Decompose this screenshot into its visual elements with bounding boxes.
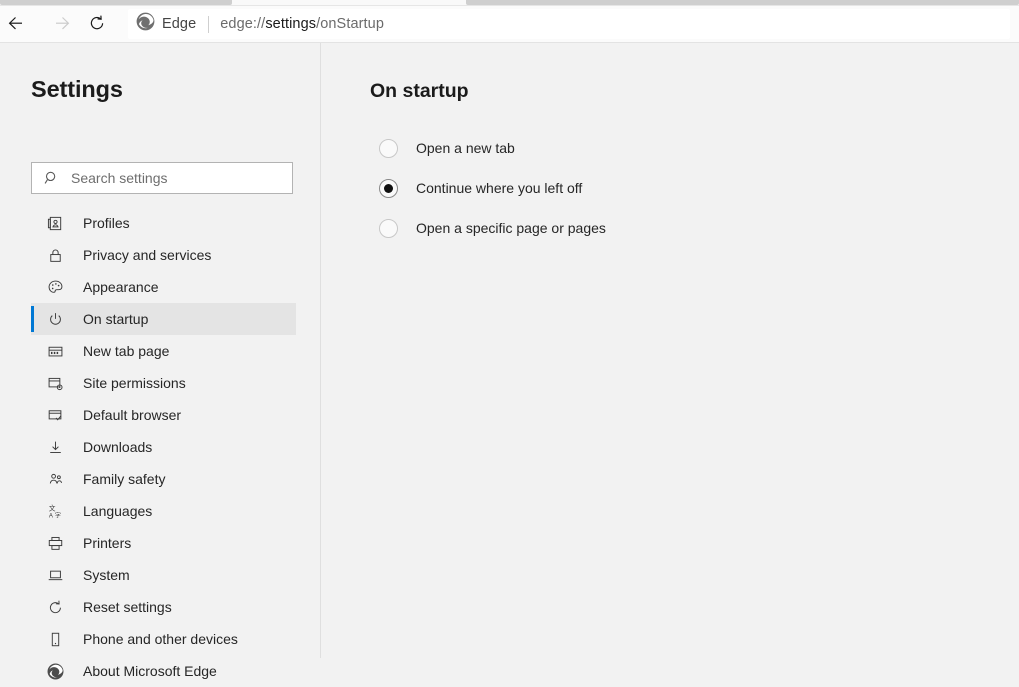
arrow-left-icon	[5, 13, 25, 38]
palette-icon	[45, 277, 65, 297]
new-tab-page-icon	[45, 341, 65, 361]
selection-accent-bar	[31, 210, 34, 236]
on-startup-radio-group: Open a new tab Continue where you left o…	[379, 128, 606, 248]
sidebar-item-system[interactable]: System	[31, 559, 296, 591]
sidebar-item-label: Printers	[83, 535, 132, 551]
radio-label: Continue where you left off	[416, 180, 583, 196]
sidebar-item-printers[interactable]: Printers	[31, 527, 296, 559]
settings-sidebar: Settings Search settings Profiles Privac…	[0, 43, 320, 679]
content-heading: On startup	[370, 80, 469, 102]
selection-accent-bar	[31, 626, 34, 652]
sidebar-item-label: Appearance	[83, 279, 159, 295]
sidebar-item-label: On startup	[83, 311, 149, 327]
site-permissions-icon	[45, 373, 65, 393]
search-input[interactable]: Search settings	[71, 170, 168, 186]
url-path: /onStartup	[316, 16, 385, 32]
settings-nav-list: Profiles Privacy and services Appearance…	[31, 207, 296, 687]
lock-icon	[45, 245, 65, 265]
sidebar-item-label: Reset settings	[83, 599, 172, 615]
forward-button[interactable]	[48, 10, 78, 40]
page-title: Settings	[31, 76, 123, 102]
sidebar-item-on-startup[interactable]: On startup	[31, 303, 296, 335]
svg-text:A: A	[48, 513, 53, 519]
sidebar-item-appearance[interactable]: Appearance	[31, 271, 296, 303]
edge-logo-icon	[45, 661, 65, 681]
selection-accent-bar	[31, 338, 34, 364]
sidebar-item-reset-settings[interactable]: Reset settings	[31, 591, 296, 623]
selection-accent-bar	[31, 402, 34, 428]
family-icon	[45, 469, 65, 489]
sidebar-item-label: Downloads	[83, 439, 153, 455]
selection-accent-bar	[31, 594, 34, 620]
printer-icon	[45, 533, 65, 553]
settings-content: On startup Open a new tab Continue where…	[321, 43, 1019, 658]
address-bar[interactable]: Edge edge://settings/onStartup	[128, 9, 1010, 39]
selection-accent-bar	[31, 562, 34, 588]
sidebar-item-privacy-and-services[interactable]: Privacy and services	[31, 239, 296, 271]
url-host: settings	[265, 16, 317, 32]
profile-card-icon	[45, 213, 65, 233]
selection-accent-bar	[31, 370, 34, 396]
sidebar-item-label: Phone and other devices	[83, 631, 238, 647]
selection-accent-bar	[31, 306, 34, 332]
reset-icon	[45, 597, 65, 617]
radio-button[interactable]	[379, 218, 398, 238]
back-button[interactable]	[0, 10, 30, 40]
sidebar-item-profiles[interactable]: Profiles	[31, 207, 296, 239]
sidebar-item-label: Privacy and services	[83, 247, 212, 263]
sidebar-item-label: Languages	[83, 503, 153, 519]
address-bar-brand: Edge	[128, 12, 196, 36]
sidebar-item-label: About Microsoft Edge	[83, 663, 217, 679]
sidebar-item-family-safety[interactable]: Family safety	[31, 463, 296, 495]
radio-option-open-a-new-tab[interactable]: Open a new tab	[379, 128, 606, 168]
sidebar-item-about-microsoft-edge[interactable]: About Microsoft Edge	[31, 655, 296, 687]
sidebar-item-downloads[interactable]: Downloads	[31, 431, 296, 463]
sidebar-item-label: New tab page	[83, 343, 170, 359]
url-scheme: edge://	[220, 16, 266, 32]
arrow-right-icon	[53, 13, 73, 38]
sidebar-item-label: Default browser	[83, 407, 182, 423]
sidebar-item-label: Family safety	[83, 471, 166, 487]
selection-accent-bar	[31, 466, 34, 492]
selection-accent-bar	[31, 242, 34, 268]
address-bar-url[interactable]: edge://settings/onStartup	[220, 16, 384, 32]
sidebar-item-site-permissions[interactable]: Site permissions	[31, 367, 296, 399]
radio-label: Open a new tab	[416, 140, 515, 156]
sidebar-item-label: System	[83, 567, 130, 583]
reload-icon	[87, 13, 107, 38]
svg-text:文: 文	[48, 503, 55, 512]
selection-accent-bar	[31, 434, 34, 460]
sidebar-item-phone-and-other-devices[interactable]: Phone and other devices	[31, 623, 296, 655]
radio-button[interactable]	[379, 138, 398, 158]
address-bar-divider	[208, 15, 210, 33]
edge-logo-icon	[136, 12, 155, 36]
radio-option-continue-where-you-left-off[interactable]: Continue where you left off	[379, 168, 606, 208]
svg-text:字: 字	[54, 511, 60, 519]
search-icon	[44, 170, 60, 186]
radio-option-open-a-specific-page-or-pages[interactable]: Open a specific page or pages	[379, 208, 606, 248]
sidebar-item-default-browser[interactable]: Default browser	[31, 399, 296, 431]
browser-toolbar: Edge edge://settings/onStartup	[0, 6, 1019, 42]
sidebar-item-new-tab-page[interactable]: New tab page	[31, 335, 296, 367]
selection-accent-bar	[31, 530, 34, 556]
phone-icon	[45, 629, 65, 649]
address-bar-brand-label: Edge	[162, 16, 197, 32]
languages-icon: 文 A 字	[45, 501, 65, 521]
download-icon	[45, 437, 65, 457]
sidebar-item-label: Profiles	[83, 215, 130, 231]
selection-accent-bar	[31, 498, 34, 524]
selection-accent-bar	[31, 658, 34, 684]
selection-accent-bar	[31, 274, 34, 300]
laptop-icon	[45, 565, 65, 585]
sidebar-item-languages[interactable]: 文 A 字 Languages	[31, 495, 296, 527]
radio-button-selected[interactable]	[379, 178, 398, 198]
power-icon	[45, 309, 65, 329]
default-browser-icon	[45, 405, 65, 425]
sidebar-item-label: Site permissions	[83, 375, 186, 391]
radio-label: Open a specific page or pages	[416, 220, 606, 236]
search-settings-box[interactable]: Search settings	[31, 162, 293, 194]
settings-page: Settings Search settings Profiles Privac…	[0, 43, 1019, 679]
reload-button[interactable]	[82, 10, 112, 40]
